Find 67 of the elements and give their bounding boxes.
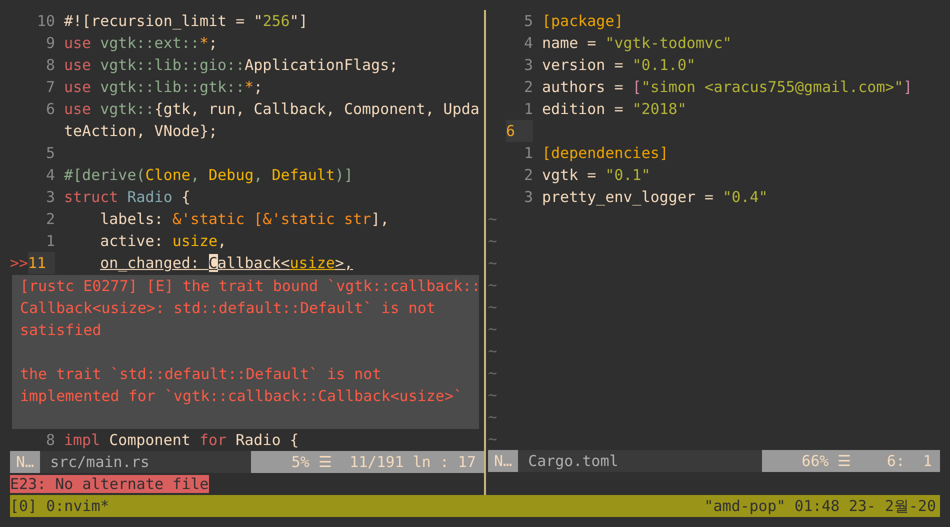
code-line: on_changed: Callback<usize>, xyxy=(99,253,353,274)
code-line: active: usize, xyxy=(99,231,227,252)
code-line: impl Component for Radio { xyxy=(64,430,299,451)
code-line: use vgtk::{gtk, run, Callback, Component, Upda xyxy=(64,99,480,120)
line-number: 2 xyxy=(522,165,533,186)
error-message: the trait `std::default::Default` is not xyxy=(20,364,382,385)
host-clock: "amd-pop" 01:48 23- 2월-20 xyxy=(704,496,936,517)
code-line: use vgtk::lib::gio::ApplicationFlags; xyxy=(64,55,398,76)
error-message: implemented for `vgtk::callback::Callback<usize>` xyxy=(20,386,464,407)
line-number: 5 xyxy=(44,143,55,164)
line-number: 2 xyxy=(522,77,533,98)
code-line: edition = "2018" xyxy=(542,99,686,120)
code-line: version = "0.1.0" xyxy=(542,55,696,76)
code-line: #[derive(Clone, Debug, Default)] xyxy=(64,165,353,186)
code-line: use vgtk::lib::gtk::*; xyxy=(64,77,263,98)
line-number: 6 xyxy=(44,99,55,120)
mode-indicator: N… xyxy=(10,451,40,473)
empty-line-marker: ~ xyxy=(488,319,498,340)
line-number: 2 xyxy=(44,209,55,230)
window-label[interactable]: [0] 0:nvim* xyxy=(10,495,110,517)
line-number: 11 xyxy=(28,252,55,274)
empty-line-marker: ~ xyxy=(488,407,498,428)
cursor-position: 5% ☰ 11/191 ln : 17 xyxy=(251,451,484,473)
code-line: name = "vgtk-todomvc" xyxy=(542,33,732,54)
code-line: teAction, VNode}; xyxy=(64,121,218,142)
code-line: [package] xyxy=(542,11,624,32)
empty-line-marker: ~ xyxy=(488,341,498,362)
cursor-position: 66% ☰ 6: 1 xyxy=(762,450,940,472)
line-number: 10 xyxy=(36,11,55,32)
line-number: 8 xyxy=(44,430,55,451)
error-message: satisfied xyxy=(20,320,102,341)
line-number: 3 xyxy=(44,187,55,208)
line-number: 4 xyxy=(44,165,55,186)
empty-line-marker: ~ xyxy=(488,231,498,252)
line-number: 1 xyxy=(522,99,533,120)
line-number: 1 xyxy=(44,231,55,252)
code-line: [dependencies] xyxy=(542,143,668,164)
empty-line-marker: ~ xyxy=(488,209,498,230)
line-number: 4 xyxy=(522,33,533,54)
line-number: 5 xyxy=(522,11,533,32)
empty-line-marker: ~ xyxy=(488,275,498,296)
code-line: vgtk = "0.1" xyxy=(542,165,650,186)
empty-line-marker: ~ xyxy=(488,429,498,450)
mode-indicator: N… xyxy=(488,450,518,472)
empty-line-marker: ~ xyxy=(488,253,498,274)
file-name: src/main.rs xyxy=(40,451,252,473)
code-line: #![recursion_limit = "256"] xyxy=(64,11,308,32)
error-message: E23: No alternate file xyxy=(10,475,209,493)
line-number: 6 xyxy=(506,120,533,142)
error-message: [rustc E0277] [E] the trait bound `vgtk::callback:: xyxy=(20,276,479,297)
error-message: Callback<usize>: std::default::Default` is not xyxy=(20,298,436,319)
file-name: Cargo.toml xyxy=(518,450,762,472)
empty-line-marker: ~ xyxy=(488,385,498,406)
line-number: 7 xyxy=(44,77,55,98)
code-line: struct Radio { xyxy=(64,187,190,208)
code-line: use vgtk::ext::*; xyxy=(64,33,218,54)
code-line: pretty_env_logger = "0.4" xyxy=(542,187,768,208)
line-number: 3 xyxy=(522,187,533,208)
line-number: 1 xyxy=(522,143,533,164)
empty-line-marker: ~ xyxy=(488,363,498,384)
code-line: labels: &'static [&'static str], xyxy=(99,209,390,230)
sign-marker: >> xyxy=(10,253,28,274)
line-number: 8 xyxy=(44,55,55,76)
empty-line-marker: ~ xyxy=(488,297,498,318)
line-number: 9 xyxy=(44,33,55,54)
code-line: authors = ["simon <aracus755@gmail.com>"] xyxy=(542,77,912,98)
line-number: 3 xyxy=(522,55,533,76)
